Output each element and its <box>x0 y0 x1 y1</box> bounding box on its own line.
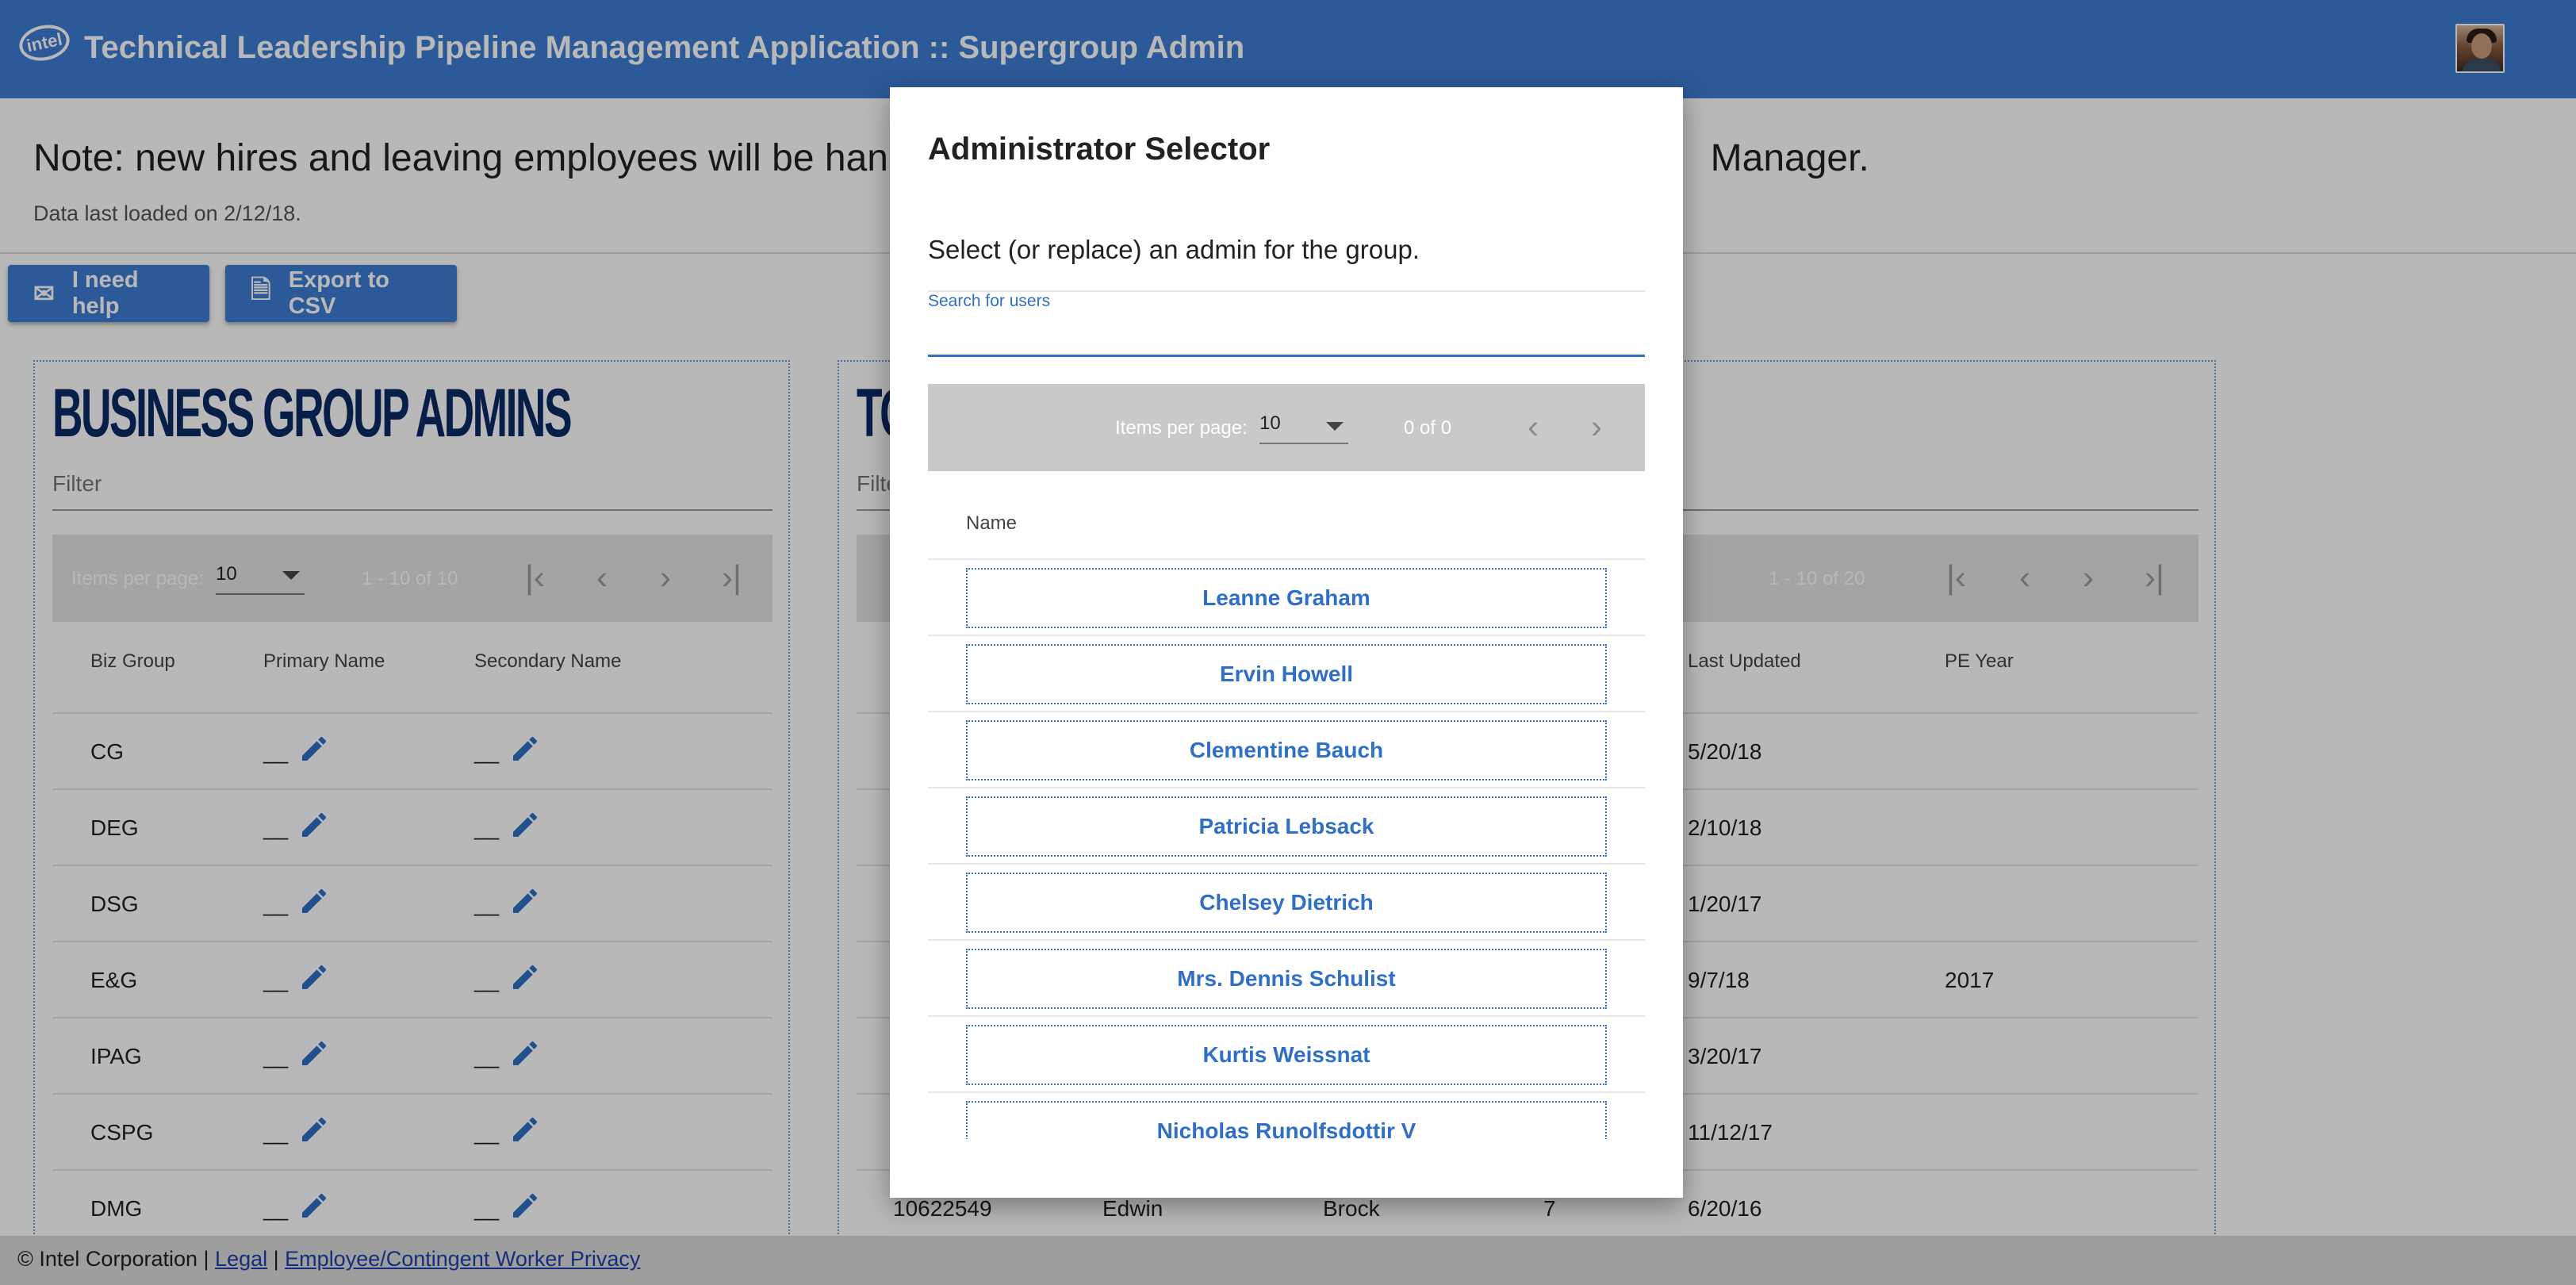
items-per-page-value: 10 <box>1259 412 1281 434</box>
list-item: Leanne Graham <box>928 560 1645 636</box>
list-item: Mrs. Dennis Schulist <box>928 941 1645 1017</box>
select-user-button[interactable]: Kurtis Weissnat <box>966 1025 1607 1085</box>
dialog-table-header: Name <box>928 471 1645 560</box>
prev-page-icon[interactable]: ‹ <box>1528 408 1539 446</box>
list-item: Patricia Lebsack <box>928 788 1645 865</box>
col-name[interactable]: Name <box>966 512 1017 535</box>
dialog-description: Select (or replace) an admin for the gro… <box>928 235 1420 264</box>
administrator-selector-dialog: Administrator Selector Select (or replac… <box>890 87 1683 1198</box>
items-per-page-select[interactable]: 10 <box>1259 412 1348 444</box>
chevron-down-icon <box>1326 422 1344 431</box>
pager-range: 0 of 0 <box>1404 417 1452 439</box>
list-item: Kurtis Weissnat <box>928 1017 1645 1093</box>
next-page-icon[interactable]: › <box>1591 408 1602 446</box>
list-item: Nicholas Runolfsdottir V <box>928 1093 1645 1139</box>
search-label: Search for users <box>928 292 1051 310</box>
select-user-button[interactable]: Ervin Howell <box>966 644 1607 704</box>
select-user-button[interactable]: Mrs. Dennis Schulist <box>966 949 1607 1009</box>
dialog-paginator: Items per page: 10 0 of 0 ‹ › <box>928 384 1645 471</box>
list-item: Chelsey Dietrich <box>928 865 1645 941</box>
user-list[interactable]: Leanne Graham Ervin Howell Clementine Ba… <box>928 560 1645 1139</box>
select-user-button[interactable]: Nicholas Runolfsdottir V <box>966 1101 1607 1139</box>
select-user-button[interactable]: Chelsey Dietrich <box>966 873 1607 933</box>
search-users-input[interactable] <box>928 314 1645 357</box>
select-user-button[interactable]: Patricia Lebsack <box>966 796 1607 857</box>
list-item: Ervin Howell <box>928 636 1645 712</box>
select-user-button[interactable]: Leanne Graham <box>966 568 1607 628</box>
dialog-title: Administrator Selector <box>928 132 1271 167</box>
items-per-page-label: Items per page: <box>1115 417 1248 439</box>
list-item: Clementine Bauch <box>928 712 1645 788</box>
select-user-button[interactable]: Clementine Bauch <box>966 720 1607 781</box>
